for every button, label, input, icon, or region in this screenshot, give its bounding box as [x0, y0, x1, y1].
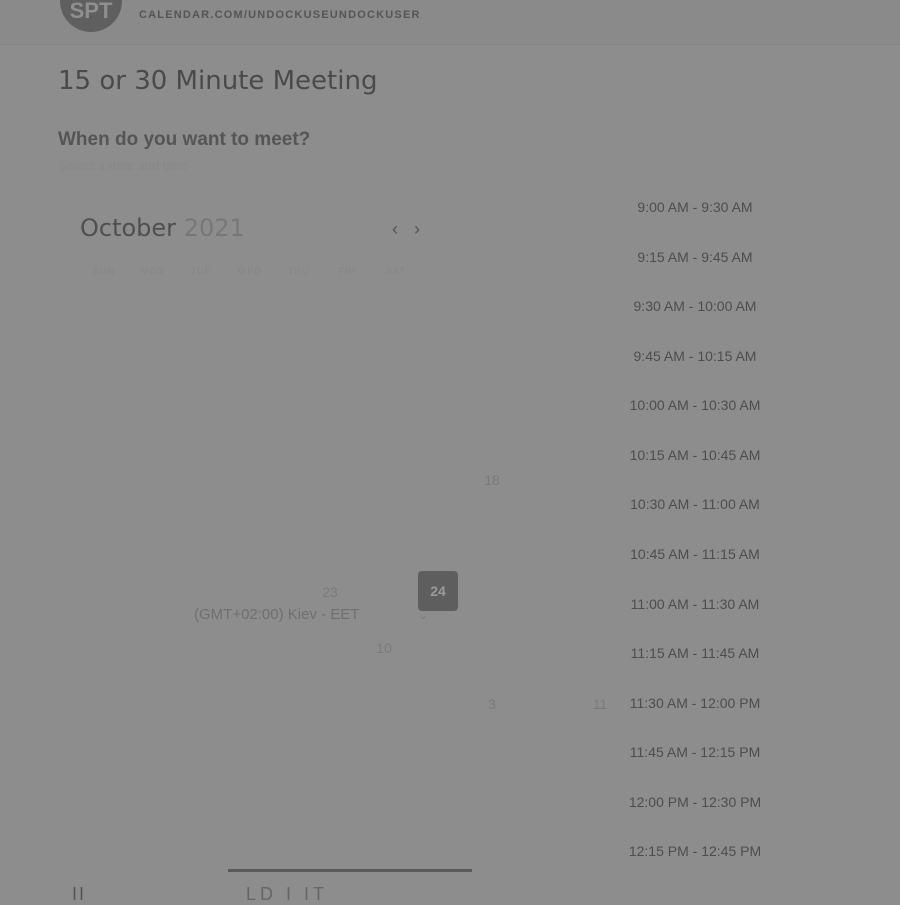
calendar-day[interactable]: 11	[580, 684, 620, 724]
calendar-day[interactable]: 3	[472, 684, 512, 724]
footer-left-label: II	[72, 884, 87, 904]
weekday-label: MON	[140, 266, 165, 276]
page-title: 15 or 30 Minute Meeting	[58, 66, 378, 96]
weekday-label: THU	[287, 266, 310, 276]
footer-tab-label[interactable]: LD I IT	[246, 884, 328, 905]
time-slot[interactable]: 10:15 AM - 10:45 AM	[620, 438, 770, 472]
time-slot[interactable]: 12:00 PM - 12:30 PM	[620, 785, 770, 819]
chevron-down-icon: ⌄	[418, 608, 429, 622]
prompt-subtext: Select a date and time	[58, 158, 188, 173]
time-slot[interactable]: 9:30 AM - 10:00 AM	[620, 289, 770, 323]
calendar-day-selected[interactable]: 24	[418, 571, 458, 611]
calendar-month: October	[80, 214, 177, 242]
calendar-month-label: October 2021	[80, 214, 245, 242]
time-slot[interactable]: 9:15 AM - 9:45 AM	[620, 240, 770, 274]
time-slot[interactable]: 11:30 AM - 12:00 PM	[620, 686, 770, 720]
weekday-label: TUE	[190, 266, 212, 276]
weekday-label: WED	[237, 266, 262, 276]
chevron-left-icon: ‹	[392, 219, 398, 239]
time-slot[interactable]: 10:30 AM - 11:00 AM	[620, 487, 770, 521]
next-month-button[interactable]: ›	[408, 218, 426, 240]
chevron-right-icon: ›	[414, 219, 420, 239]
time-slot[interactable]: 10:00 AM - 10:30 AM	[620, 388, 770, 422]
weekday-label: SAT	[386, 266, 406, 276]
tab-underline	[228, 869, 472, 872]
prompt-question: When do you want to meet?	[58, 129, 311, 150]
time-slot[interactable]: 11:15 AM - 11:45 AM	[620, 636, 770, 670]
time-slot[interactable]: 9:45 AM - 10:15 AM	[620, 339, 770, 373]
weekday-label: FRI	[338, 266, 357, 276]
time-slot[interactable]: 9:00 AM - 9:30 AM	[620, 190, 770, 224]
prev-month-button[interactable]: ‹	[386, 218, 404, 240]
weekday-header: SUN MON TUE WED THU FRI SAT	[80, 266, 420, 280]
avatar: SPT	[60, 0, 122, 32]
time-slot[interactable]: 11:00 AM - 11:30 AM	[620, 587, 770, 621]
time-slot[interactable]: 11:45 AM - 12:15 PM	[620, 735, 770, 769]
weekday-label: SUN	[92, 266, 115, 276]
calendar-day[interactable]: 18	[472, 460, 512, 500]
timezone-selector[interactable]: (GMT+02:00) Kiev - EET	[194, 606, 359, 623]
calendar-day[interactable]: 10	[364, 628, 404, 668]
time-slot[interactable]: 10:45 AM - 11:15 AM	[620, 537, 770, 571]
header-bar: SPT CALENDAR.COM/UNDOCKUSEUNDOCKUSER	[0, 0, 900, 45]
calendar-year: 2021	[183, 214, 245, 242]
host-calendar-url[interactable]: CALENDAR.COM/UNDOCKUSEUNDOCKUSER	[139, 9, 421, 21]
time-slot[interactable]: 12:15 PM - 12:45 PM	[620, 834, 770, 868]
